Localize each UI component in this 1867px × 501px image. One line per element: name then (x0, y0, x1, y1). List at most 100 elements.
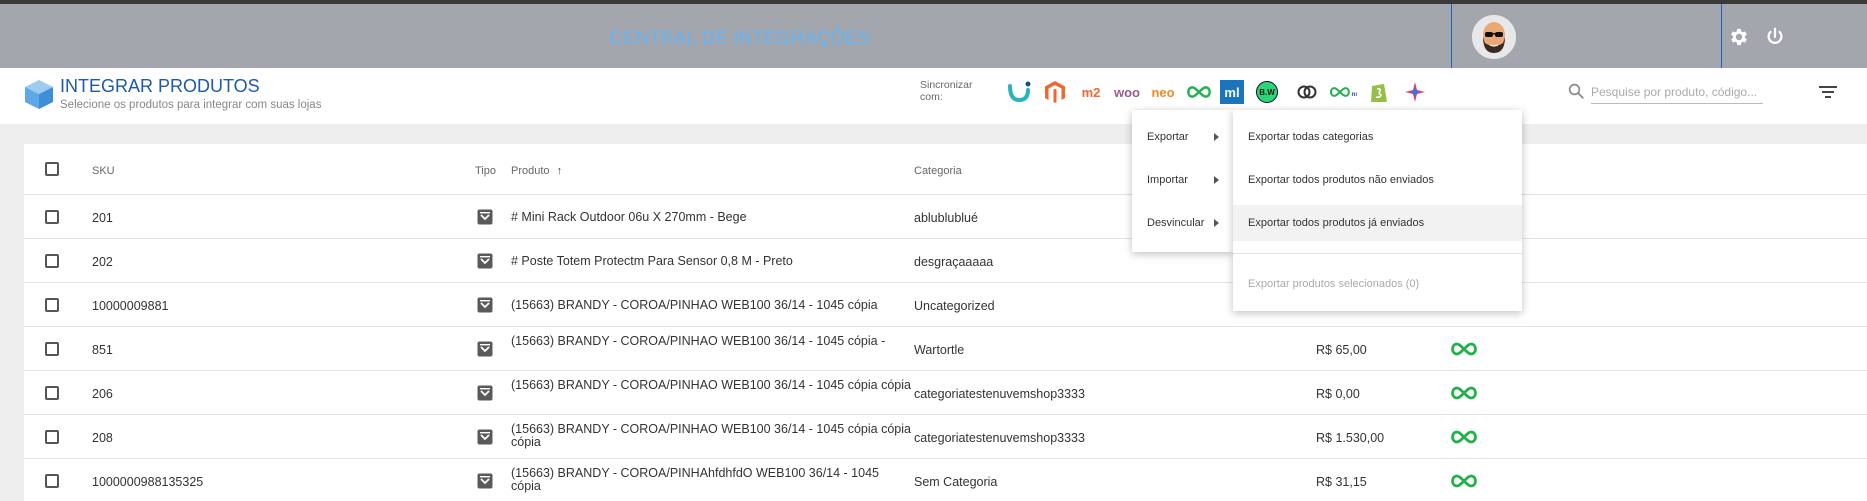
cell-preco: R$ 31,15 (1316, 475, 1367, 489)
cell-sku: 851 (92, 343, 113, 357)
magento2-icon[interactable]: m2 (1076, 78, 1106, 106)
search-input[interactable] (1591, 80, 1763, 104)
cell-categoria: desgraçaaaaa (914, 255, 994, 269)
divider (1451, 4, 1452, 68)
search (1565, 80, 1765, 104)
table-row[interactable]: 202 # Poste Totem Protectm Para Sensor 0,… (24, 239, 1867, 283)
table-row[interactable]: 201 # Mini Rack Outdoor 06u X 270mm - Beg… (24, 195, 1867, 239)
row-checkbox[interactable] (45, 342, 59, 356)
cell-produto: # Poste Totem Protectm Para Sensor 0,8 M… (511, 254, 793, 268)
row-checkbox[interactable] (45, 430, 59, 444)
menu-item-importar[interactable]: Importar (1132, 163, 1233, 197)
row-checkbox[interactable] (45, 210, 59, 224)
page-header: INTEGRAR PRODUTOS Selecione os produtos … (0, 68, 1867, 124)
archive-icon (477, 253, 493, 269)
row-checkbox[interactable] (45, 298, 59, 312)
column-tipo[interactable]: Tipo (475, 165, 496, 177)
cell-preco: R$ 0,00 (1316, 387, 1360, 401)
cell-produto: # Mini Rack Outdoor 06u X 270mm - Bege (511, 210, 747, 224)
infinity-icon[interactable] (1184, 78, 1214, 106)
cell-categoria: Sem Categoria (914, 475, 998, 489)
menu-item-desvincular[interactable]: Desvincular (1132, 206, 1233, 240)
cell-sku: 206 (92, 387, 113, 401)
cell-categoria: categoriatestenuvemshop3333 (914, 387, 1085, 401)
power-icon[interactable] (1764, 26, 1786, 48)
submenu-item-label: Exportar produtos selecionados (0) (1248, 278, 1420, 290)
cell-produto: (15663) BRANDY - COROA/PINHAO WEB100 36/… (511, 298, 878, 312)
submenu-item-label: Exportar todos produtos não enviados (1248, 174, 1434, 186)
top-bar: CENTRAL DE INTEGRAÇÕES (0, 0, 1867, 68)
submenu-export-sent[interactable]: Exportar todos produtos já enviados (1233, 205, 1522, 241)
cell-produto: (15663) BRANDY - COROA/PINHAO WEB100 36/… (511, 334, 886, 348)
mercadolivre-icon[interactable]: ml (1220, 80, 1244, 104)
page-title: INTEGRAR PRODUTOS (60, 76, 260, 96)
table-row[interactable]: 206 (15663) BRANDY - COROA/PINHAO WEB100 … (24, 371, 1867, 415)
avatar[interactable] (1472, 15, 1516, 59)
cell-preco: R$ 1.530,00 (1316, 431, 1385, 445)
column-sku[interactable]: SKU (92, 165, 115, 177)
submenu-item-label: Exportar todas categorias (1248, 131, 1374, 143)
table-row[interactable]: 851 (15663) BRANDY - COROA/PINHAO WEB100 … (24, 327, 1867, 371)
column-produto[interactable]: Produto ↑ (511, 165, 562, 177)
app-title: CENTRAL DE INTEGRAÇÕES (609, 28, 871, 48)
menu-item-label: Desvincular (1147, 217, 1205, 229)
column-produto-label: Produto (511, 165, 550, 177)
infinity-icon (1450, 429, 1478, 445)
u-icon[interactable] (1004, 78, 1034, 106)
row-checkbox[interactable] (45, 474, 59, 488)
row-checkbox[interactable] (45, 254, 59, 268)
archive-icon (477, 341, 493, 357)
cell-produto: (15663) BRANDY - COROA/PINHAO WEB100 36/… (511, 378, 911, 392)
archive-icon (477, 385, 493, 401)
archive-icon (477, 429, 493, 445)
menu-item-label: Importar (1147, 174, 1188, 186)
submenu-item-label: Exportar todos produtos já enviados (1248, 217, 1425, 229)
chevron-right-icon (1214, 176, 1219, 184)
page-subtitle: Selecione os produtos para integrar com … (60, 99, 322, 111)
column-categoria[interactable]: Categoria (914, 165, 962, 177)
cell-categoria: categoriatestenuvemshop3333 (914, 431, 1085, 445)
cell-sku: 201 (92, 211, 113, 225)
bw-icon[interactable]: B.W (1256, 81, 1278, 103)
sync-label: Sincronizar com: (920, 79, 973, 103)
sync-icon-text: B.W (1259, 87, 1275, 97)
table-row[interactable]: 1000000988135325 (15663) BRANDY - COROA/P… (24, 459, 1867, 501)
shopify-icon[interactable] (1364, 78, 1394, 106)
table-row[interactable]: 208 (15663) BRANDY - COROA/PINHAO WEB100 … (24, 415, 1867, 459)
archive-icon (477, 297, 493, 313)
actions-menu: Exportar Importar Desvincular (1132, 110, 1233, 252)
menu-item-exportar[interactable]: Exportar (1132, 120, 1233, 154)
neo-icon[interactable]: neo (1148, 78, 1178, 106)
sync-icon-text: woo (1114, 84, 1140, 100)
table-header: SKU Tipo Produto ↑ Categoria (24, 144, 1867, 195)
woocommerce-icon[interactable]: woo (1112, 78, 1142, 106)
star-icon[interactable] (1400, 78, 1430, 106)
avatar-image (1472, 15, 1516, 59)
gear-icon[interactable] (1728, 26, 1750, 48)
sort-arrow-up-icon: ↑ (556, 165, 563, 177)
row-checkbox[interactable] (45, 386, 59, 400)
divider (1721, 4, 1722, 68)
filter-icon[interactable] (1818, 82, 1838, 102)
submenu-export-unsent[interactable]: Exportar todos produtos não enviados (1233, 162, 1522, 198)
divider (1233, 253, 1522, 254)
cell-preco: R$ 65,00 (1316, 343, 1367, 357)
infinity-icon (1450, 473, 1478, 489)
cell-produto: (15663) BRANDY - COROA/PINHAO WEB100 36/… (511, 422, 911, 449)
cell-sku: 208 (92, 431, 113, 445)
cell-sku: 202 (92, 255, 113, 269)
search-icon (1568, 83, 1584, 99)
box-icon (22, 77, 56, 111)
sync-icon-text: ml (1224, 84, 1240, 100)
nuvem-icon[interactable]: ns (1328, 78, 1358, 106)
table-row[interactable]: 10000009881 (15663) BRANDY - COROA/PINHAO… (24, 283, 1867, 327)
cell-sku: 1000000988135325 (92, 475, 204, 489)
cell-produto: (15663) BRANDY - COROA/PINHAhfdhfdO WEB1… (511, 466, 879, 493)
rings-icon[interactable] (1292, 78, 1322, 106)
select-all-checkbox[interactable] (45, 162, 59, 176)
cell-categoria: Wartortle (914, 343, 965, 357)
chevron-right-icon (1214, 219, 1219, 227)
cell-categoria: Uncategorized (914, 299, 995, 313)
magento-icon[interactable] (1040, 78, 1070, 106)
submenu-export-categories[interactable]: Exportar todas categorias (1233, 119, 1522, 155)
